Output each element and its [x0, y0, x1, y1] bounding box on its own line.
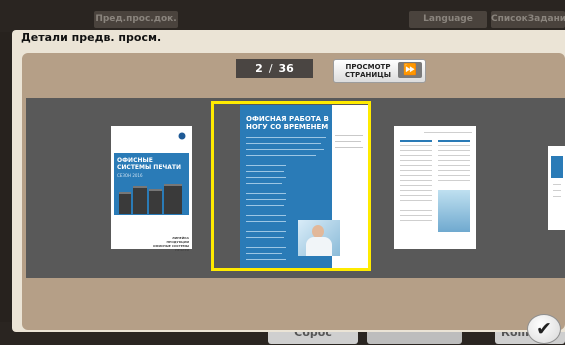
view-page-label-line1: ПРОСМОТР [345, 63, 391, 71]
table-row [438, 170, 470, 171]
tab-job-list: СписокЗаданий [491, 11, 565, 28]
table-row [400, 210, 432, 211]
background-left-panel [0, 32, 12, 322]
thumbnail-page-3[interactable] [394, 126, 476, 249]
cover-footer-line2: ОФИСНЫЕ СИСТЕМЫ ПЕЧАТИ [152, 244, 189, 252]
text-line [553, 190, 561, 191]
printer-image [164, 184, 182, 214]
current-page: 2 [255, 62, 263, 75]
view-page-label: ПРОСМОТР СТРАНИЦЫ [342, 63, 394, 79]
table-row [400, 145, 432, 146]
cover-footer: ЛИНЕЙКА ПРОДУКЦИИ ОФИСНЫЕ СИСТЕМЫ ПЕЧАТИ [149, 236, 189, 252]
table-header [438, 140, 470, 142]
tab-document-preview: Пред.прос.док. [94, 11, 178, 28]
table-row [400, 155, 432, 156]
printer-image [149, 189, 162, 214]
table-row [438, 175, 470, 176]
thumbnail-page-4[interactable] [548, 146, 565, 230]
table-row [400, 150, 432, 151]
background-header: Пред.прос.док. Language СписокЗаданий [0, 0, 565, 32]
thumbnail-page-1[interactable]: ОФИСНЫЕ СИСТЕМЫ ПЕЧАТИ СЕЗОН 2016 ЛИНЕЙК… [111, 126, 192, 252]
confirm-check-button[interactable]: ✔ [527, 314, 561, 344]
tab-language: Language [409, 11, 487, 28]
dialog-title: Детали предв. просм. [21, 31, 162, 44]
table-row [400, 170, 432, 171]
cover-footer-line1: ЛИНЕЙКА ПРОДУКЦИИ [166, 236, 189, 244]
text-line [424, 132, 472, 133]
table-row [400, 190, 432, 191]
page-counter: 2 / 36 [236, 59, 313, 78]
fast-forward-icon: ⏩ [398, 62, 422, 78]
table-row [400, 165, 432, 166]
table-row [400, 180, 432, 181]
table-row [438, 180, 470, 181]
printer-image [133, 186, 147, 214]
cover-year: СЕЗОН 2016 [117, 173, 143, 178]
office-photo [438, 190, 470, 232]
table-row [400, 175, 432, 176]
table-header [400, 140, 432, 142]
selected-page-frame [211, 101, 371, 271]
table-row [438, 145, 470, 146]
view-page-button[interactable]: ПРОСМОТР СТРАНИЦЫ ⏩ [333, 59, 426, 83]
page-separator: / [268, 62, 273, 75]
text-line [553, 196, 561, 197]
table-row [400, 195, 432, 196]
table-row [400, 200, 432, 201]
table-row [400, 160, 432, 161]
printer-image [119, 192, 131, 214]
table-row [400, 215, 432, 216]
cover-title: ОФИСНЫЕ СИСТЕМЫ ПЕЧАТИ [117, 157, 182, 171]
table-row [438, 155, 470, 156]
view-page-label-line2: СТРАНИЦЫ [345, 71, 391, 79]
text-line [553, 184, 561, 185]
table-row [438, 160, 470, 161]
total-pages: 36 [278, 62, 294, 75]
table-row [438, 150, 470, 151]
table-row [400, 185, 432, 186]
table-row [400, 220, 432, 221]
table-row [438, 165, 470, 166]
table-header [551, 156, 563, 178]
brand-logo-icon [178, 132, 186, 140]
